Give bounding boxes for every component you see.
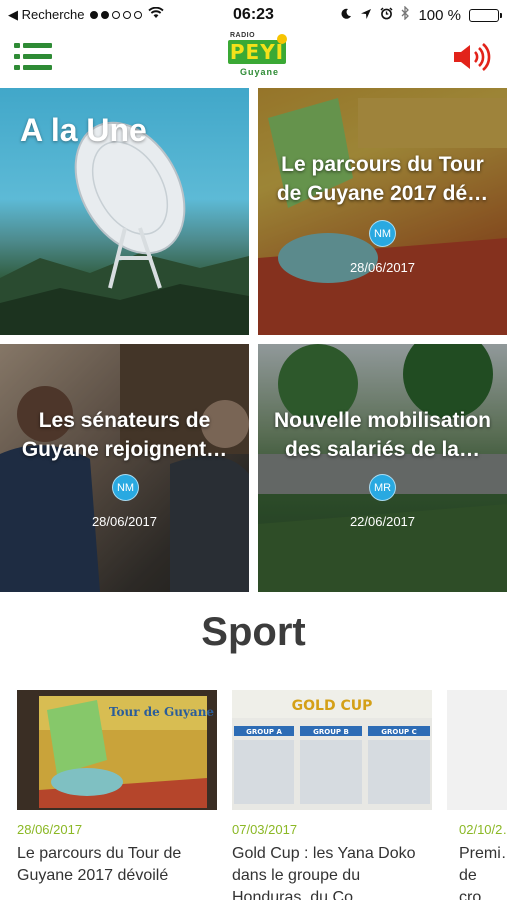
sport-article-image: GOLD CUP GROUP A GROUP B GROUP C bbox=[232, 690, 432, 810]
sport-article-image bbox=[447, 690, 507, 810]
featured-card-date: 28/06/2017 bbox=[91, 514, 158, 529]
radio-peyi-logo[interactable]: RADIO PEYI Guyane bbox=[224, 30, 292, 84]
sport-article-title: Gold Cup : les Yana Doko dans le groupe … bbox=[232, 845, 416, 900]
wifi-icon bbox=[148, 6, 165, 24]
group-label-text: GROUP B bbox=[313, 728, 349, 736]
sport-article-title: Le parcours du Tour de Guyane 2017 dévoi… bbox=[17, 845, 182, 884]
signal-strength-icon bbox=[90, 11, 143, 19]
alarm-icon bbox=[380, 6, 393, 24]
author-avatar: NM bbox=[369, 220, 396, 247]
poster-heading-text: GOLD CUP bbox=[292, 698, 373, 714]
sport-article-title: Premi… de cro… bbox=[459, 845, 507, 900]
card-overlay bbox=[258, 344, 507, 592]
featured-card[interactable]: Nouvelle mobilisation des salariés de la… bbox=[258, 344, 507, 592]
sport-article-card[interactable]: 02/10/2… Premi… de cro… bbox=[447, 690, 507, 900]
battery-percent: 100 % bbox=[418, 6, 461, 24]
battery-icon bbox=[469, 8, 502, 22]
poster-heading-text: Tour de Guyane bbox=[109, 705, 214, 719]
author-avatar: NM bbox=[112, 474, 139, 501]
hamburger-menu-icon[interactable] bbox=[14, 42, 52, 72]
sport-article-date: 07/03/2017 bbox=[232, 822, 298, 837]
featured-card-date: 22/06/2017 bbox=[349, 514, 416, 529]
group-label-text: GROUP C bbox=[381, 728, 416, 736]
sport-article-image: Tour de Guyane bbox=[17, 690, 217, 810]
author-avatar: MR bbox=[369, 474, 396, 501]
app-header: RADIO PEYI Guyane bbox=[0, 30, 507, 86]
sport-article-card[interactable]: GOLD CUP GROUP A GROUP B GROUP C 07/03/2… bbox=[232, 690, 432, 900]
moon-icon bbox=[340, 7, 352, 24]
featured-card[interactable]: Le parcours du Tour de Guyane 2017 dé… N… bbox=[258, 88, 507, 335]
a-la-une-tile[interactable]: A la Une bbox=[0, 88, 249, 335]
logo-radio-text: RADIO bbox=[230, 32, 256, 39]
featured-card-title: Les sénateurs de Guyane rejoignent… bbox=[21, 409, 228, 461]
logo-name-text: PEYI bbox=[228, 40, 286, 64]
location-arrow-icon bbox=[360, 7, 372, 24]
featured-section-label: A la Une bbox=[20, 112, 147, 148]
sport-article-card[interactable]: Tour de Guyane 28/06/2017 Le parcours du… bbox=[17, 690, 217, 887]
featured-card-title: Nouvelle mobilisation des salariés de la… bbox=[273, 409, 492, 461]
featured-card[interactable]: Les sénateurs de Guyane rejoignent… NM 2… bbox=[0, 344, 249, 592]
card-overlay bbox=[0, 344, 249, 592]
speaker-icon[interactable] bbox=[452, 42, 494, 72]
group-label-text: GROUP A bbox=[246, 728, 282, 736]
sport-article-date: 02/10/2… bbox=[459, 822, 507, 837]
card-overlay bbox=[258, 88, 507, 335]
logo-region-text: Guyane bbox=[240, 67, 280, 77]
logo-sun-icon bbox=[277, 34, 287, 44]
back-to-search-link[interactable]: ◀ Recherche bbox=[8, 7, 84, 23]
sport-article-date: 28/06/2017 bbox=[17, 822, 83, 837]
featured-card-date: 28/06/2017 bbox=[349, 260, 416, 275]
featured-card-title: Le parcours du Tour de Guyane 2017 dé… bbox=[276, 153, 489, 205]
bluetooth-icon bbox=[401, 5, 410, 24]
status-bar: ◀ Recherche 06:23 100 % bbox=[0, 0, 507, 30]
sport-section-title[interactable]: Sport bbox=[0, 610, 507, 655]
